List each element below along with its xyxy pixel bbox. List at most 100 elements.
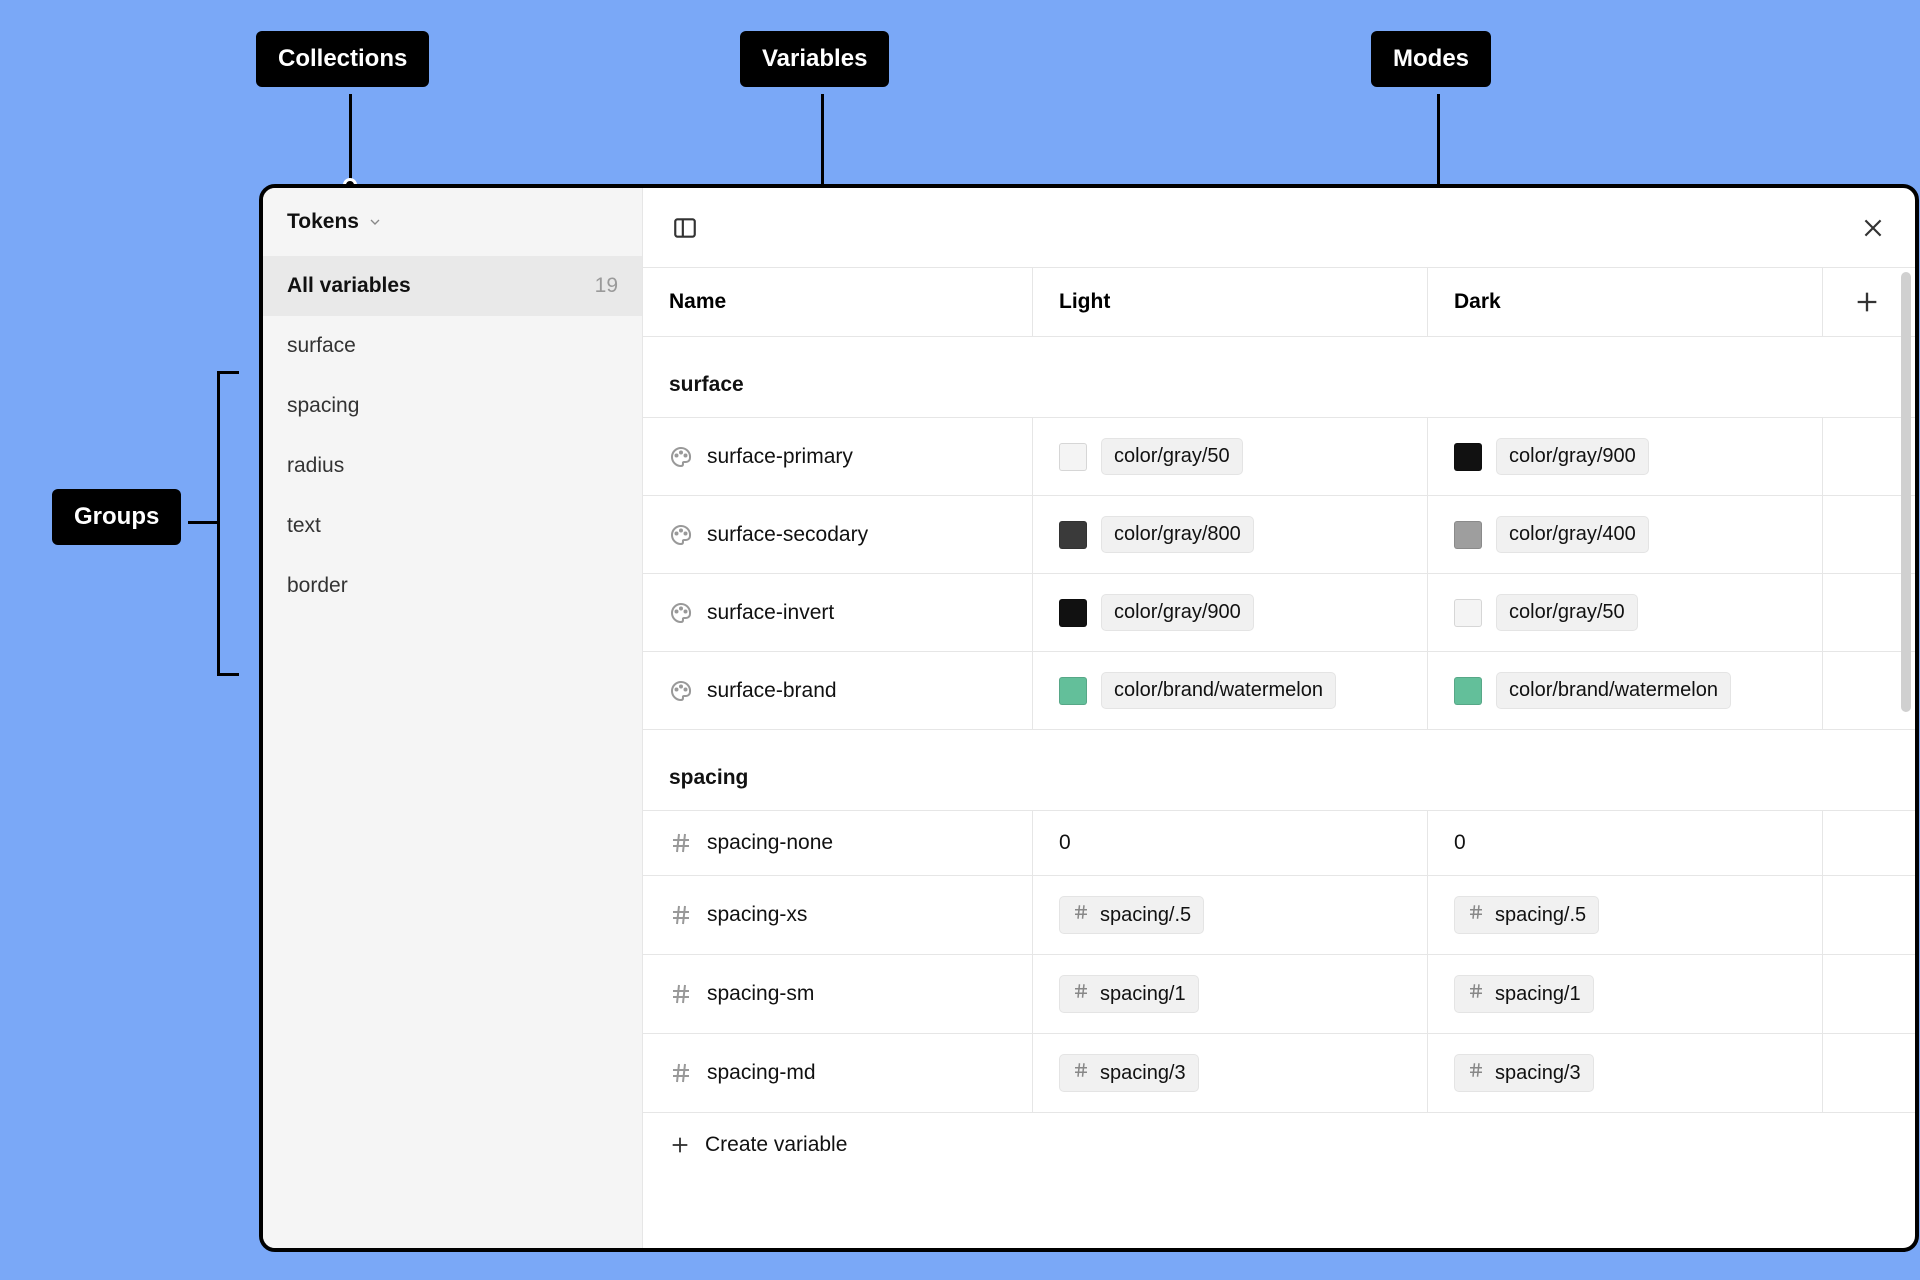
hash-icon xyxy=(669,903,693,927)
scrollbar-thumb[interactable] xyxy=(1901,272,1911,712)
variable-name-cell[interactable]: surface-brand xyxy=(643,652,1033,729)
close-button[interactable] xyxy=(1857,212,1889,244)
variable-value-cell[interactable]: spacing/.5 xyxy=(1033,876,1428,954)
variable-row[interactable]: surface-primary color/gray/50 color/gray/9… xyxy=(643,418,1915,496)
variable-name: spacing-md xyxy=(707,1061,816,1085)
collection-name: Tokens xyxy=(287,210,359,234)
toggle-sidebar-button[interactable] xyxy=(669,212,701,244)
variable-value-cell[interactable]: color/gray/800 xyxy=(1033,496,1428,573)
variable-row[interactable]: spacing-none 0 0 xyxy=(643,811,1915,876)
close-icon xyxy=(1860,215,1886,241)
variable-name-cell[interactable]: spacing-sm xyxy=(643,955,1033,1033)
sidebar-group-spacing[interactable]: spacing xyxy=(263,376,642,436)
row-tail xyxy=(1823,955,1915,1033)
variable-row[interactable]: spacing-xs spacing/.5 spacing/.5 xyxy=(643,876,1915,955)
variable-name: spacing-xs xyxy=(707,903,807,927)
palette-icon xyxy=(669,601,693,625)
table-header-row: Name Light Dark xyxy=(643,268,1915,337)
variable-row[interactable]: spacing-md spacing/3 spacing/3 xyxy=(643,1034,1915,1113)
annotation-groups: Groups xyxy=(52,489,181,545)
column-header-mode-light[interactable]: Light xyxy=(1033,268,1428,336)
variable-value-cell[interactable]: color/brand/watermelon xyxy=(1033,652,1428,729)
variable-row[interactable]: surface-invert color/gray/900 color/gray/5… xyxy=(643,574,1915,652)
hash-icon xyxy=(669,1061,693,1085)
variable-value-cell[interactable]: color/gray/900 xyxy=(1428,418,1823,495)
sidebar: Tokens All variables 19 surfacespacingra… xyxy=(263,188,643,1248)
row-tail xyxy=(1823,876,1915,954)
alias-pill: color/gray/400 xyxy=(1496,516,1649,553)
raw-value: 0 xyxy=(1454,831,1466,855)
alias-pill: color/gray/50 xyxy=(1101,438,1243,475)
create-variable-button[interactable]: Create variable xyxy=(643,1113,1915,1177)
variable-name-cell[interactable]: spacing-md xyxy=(643,1034,1033,1112)
variable-row[interactable]: spacing-sm spacing/1 spacing/1 xyxy=(643,955,1915,1034)
hash-icon xyxy=(1072,1061,1090,1085)
variable-value-cell[interactable]: spacing/1 xyxy=(1428,955,1823,1033)
variable-name: spacing-sm xyxy=(707,982,814,1006)
plus-icon xyxy=(669,1134,691,1156)
color-swatch xyxy=(1454,677,1482,705)
color-swatch xyxy=(1059,677,1087,705)
topbar xyxy=(643,188,1915,268)
variables-panel: Tokens All variables 19 surfacespacingra… xyxy=(259,184,1919,1252)
variable-value-cell[interactable]: spacing/1 xyxy=(1033,955,1428,1033)
color-swatch xyxy=(1059,443,1087,471)
variable-value-cell[interactable]: color/gray/900 xyxy=(1033,574,1428,651)
row-tail xyxy=(1823,811,1915,875)
variables-table: Name Light Dark surface surface-primary co… xyxy=(643,268,1915,1248)
alias-pill: spacing/.5 xyxy=(1454,896,1599,934)
raw-value: 0 xyxy=(1059,831,1071,855)
sidebar-group-border[interactable]: border xyxy=(263,556,642,616)
hash-icon xyxy=(1467,982,1485,1006)
alias-pill: spacing/1 xyxy=(1454,975,1594,1013)
variable-name: surface-primary xyxy=(707,445,853,469)
hash-icon xyxy=(1072,982,1090,1006)
create-variable-label: Create variable xyxy=(705,1133,847,1157)
color-swatch xyxy=(1454,599,1482,627)
group-header-spacing: spacing xyxy=(643,730,1915,811)
collection-selector[interactable]: Tokens xyxy=(263,188,642,256)
variable-value-cell[interactable]: color/gray/50 xyxy=(1033,418,1428,495)
variable-name-cell[interactable]: surface-secodary xyxy=(643,496,1033,573)
variable-name-cell[interactable]: surface-invert xyxy=(643,574,1033,651)
group-header-surface: surface xyxy=(643,337,1915,418)
variable-value-cell[interactable]: color/gray/50 xyxy=(1428,574,1823,651)
panel-icon xyxy=(672,215,698,241)
sidebar-item-all-variables[interactable]: All variables 19 xyxy=(263,256,642,316)
sidebar-group-radius[interactable]: radius xyxy=(263,436,642,496)
annotation-collections: Collections xyxy=(256,31,429,87)
row-tail xyxy=(1823,1034,1915,1112)
annotation-bracket xyxy=(217,371,239,676)
alias-pill: spacing/.5 xyxy=(1059,896,1204,934)
variable-count: 19 xyxy=(595,274,618,298)
variable-name-cell[interactable]: surface-primary xyxy=(643,418,1033,495)
variable-name-cell[interactable]: spacing-none xyxy=(643,811,1033,875)
variable-value-cell[interactable]: 0 xyxy=(1428,811,1823,875)
alias-pill: color/gray/800 xyxy=(1101,516,1254,553)
hash-icon xyxy=(1072,903,1090,927)
hash-icon xyxy=(669,831,693,855)
variable-value-cell[interactable]: color/brand/watermelon xyxy=(1428,652,1823,729)
variable-row[interactable]: surface-secodary color/gray/800 color/gray… xyxy=(643,496,1915,574)
alias-pill: color/gray/900 xyxy=(1101,594,1254,631)
color-swatch xyxy=(1454,443,1482,471)
variable-value-cell[interactable]: spacing/3 xyxy=(1428,1034,1823,1112)
variable-name-cell[interactable]: spacing-xs xyxy=(643,876,1033,954)
variable-value-cell[interactable]: 0 xyxy=(1033,811,1428,875)
variable-value-cell[interactable]: spacing/.5 xyxy=(1428,876,1823,954)
variable-row[interactable]: surface-brandcolor/brand/watermeloncolor… xyxy=(643,652,1915,730)
color-swatch xyxy=(1059,521,1087,549)
alias-pill: spacing/3 xyxy=(1454,1054,1594,1092)
variable-value-cell[interactable]: color/gray/400 xyxy=(1428,496,1823,573)
variable-value-cell[interactable]: spacing/3 xyxy=(1033,1034,1428,1112)
annotation-line xyxy=(188,521,217,524)
palette-icon xyxy=(669,523,693,547)
annotation-modes: Modes xyxy=(1371,31,1491,87)
alias-pill: spacing/3 xyxy=(1059,1054,1199,1092)
sidebar-group-surface[interactable]: surface xyxy=(263,316,642,376)
sidebar-group-text[interactable]: text xyxy=(263,496,642,556)
plus-icon xyxy=(1853,288,1881,316)
alias-pill: color/gray/50 xyxy=(1496,594,1638,631)
add-mode-button[interactable] xyxy=(1853,288,1881,316)
column-header-mode-dark[interactable]: Dark xyxy=(1428,268,1823,336)
